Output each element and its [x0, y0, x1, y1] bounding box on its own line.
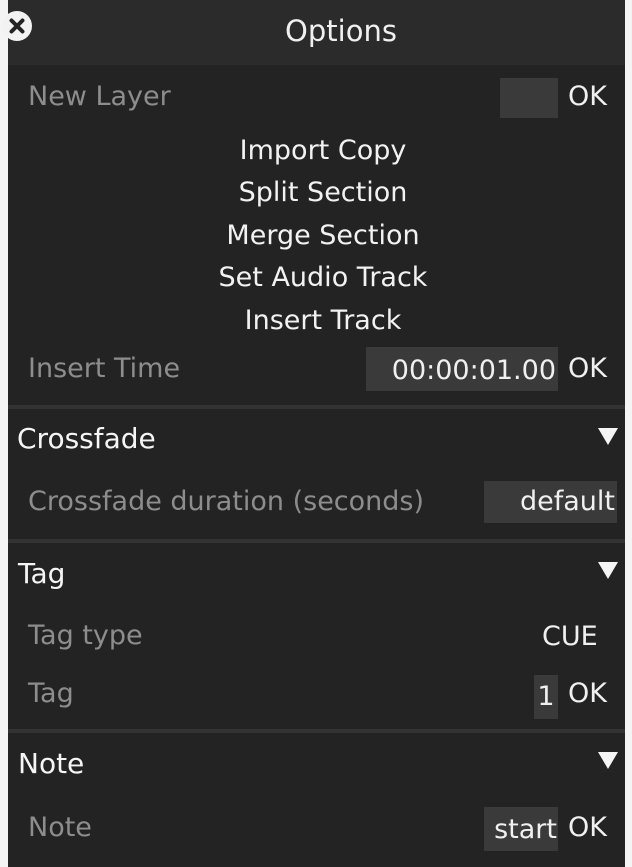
split-section-button[interactable]: Split Section	[8, 177, 632, 208]
note-input[interactable]: start	[484, 807, 558, 851]
triangle-down-icon[interactable]	[598, 562, 618, 579]
section-divider	[8, 729, 625, 733]
title-bar: Options	[2, 0, 625, 65]
new-layer-label: New Layer	[28, 81, 171, 112]
tag-section-header[interactable]: Tag	[18, 557, 65, 590]
triangle-down-icon[interactable]	[598, 752, 618, 769]
insert-time-input[interactable]: 00:00:01.00	[366, 347, 558, 391]
section-divider	[8, 405, 625, 409]
insert-track-button[interactable]: Insert Track	[8, 305, 632, 336]
insert-time-label: Insert Time	[28, 353, 181, 384]
import-copy-button[interactable]: Import Copy	[8, 135, 632, 166]
crossfade-duration-label: Crossfade duration (seconds)	[28, 486, 425, 517]
note-section-header[interactable]: Note	[18, 747, 84, 780]
tag-ok-button[interactable]: OK	[568, 678, 607, 709]
new-layer-input[interactable]	[500, 78, 558, 118]
crossfade-duration-input[interactable]: default	[484, 481, 617, 523]
tag-type-label: Tag type	[28, 620, 143, 651]
merge-section-button[interactable]: Merge Section	[8, 220, 632, 251]
set-audio-track-button[interactable]: Set Audio Track	[8, 262, 632, 293]
options-panel: Options New Layer OK Import Copy Split S…	[2, 0, 625, 867]
tag-input[interactable]: 1	[534, 675, 558, 719]
section-divider	[8, 539, 625, 543]
tag-label: Tag	[28, 678, 74, 709]
new-layer-ok-button[interactable]: OK	[568, 81, 607, 112]
note-ok-button[interactable]: OK	[568, 812, 607, 843]
triangle-down-icon[interactable]	[598, 428, 618, 445]
note-label: Note	[28, 812, 92, 843]
window-title: Options	[285, 14, 397, 48]
tag-type-select[interactable]: CUE	[542, 621, 598, 652]
insert-time-ok-button[interactable]: OK	[568, 353, 607, 384]
crossfade-section-header[interactable]: Crossfade	[17, 422, 156, 455]
